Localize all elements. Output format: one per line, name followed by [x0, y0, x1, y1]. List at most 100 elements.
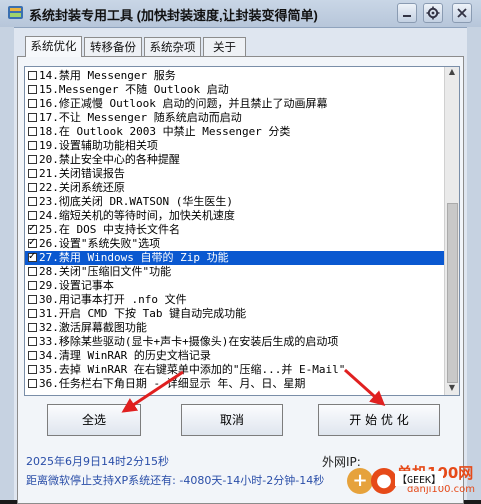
item-checkbox[interactable]	[28, 379, 37, 388]
optimization-list[interactable]: 14.禁用 Messenger 服务 15.Messenger 不随 Outloo…	[24, 66, 460, 396]
item-checkbox[interactable]	[28, 155, 37, 164]
list-item[interactable]: 30.用记事本打开 .nfo 文件	[25, 293, 445, 307]
item-label: 36.任务栏右下角日期 - 详细显示 年、月、日、星期	[39, 377, 306, 390]
list-item[interactable]: 17.不让 Messenger 随系统启动而启动	[25, 111, 445, 125]
close-button[interactable]	[452, 3, 472, 23]
item-label: 35.去掉 WinRAR 在右键菜单中添加的"压缩...并 E-Mail"	[39, 363, 346, 376]
xp-support-countdown: 距离微软停止支持XP系统还有: -4080天-14小时-2分钟-14秒	[26, 474, 325, 487]
list-item[interactable]: 34.清理 WinRAR 的历史文档记录	[25, 349, 445, 363]
list-item[interactable]: 15.Messenger 不随 Outlook 启动	[25, 83, 445, 97]
item-label: 27.禁用 Windows 自带的 Zip 功能	[39, 251, 229, 264]
list-item[interactable]: 28.关闭"压缩旧文件"功能	[25, 265, 445, 279]
list-item[interactable]: 18.在 Outlook 2003 中禁止 Messenger 分类	[25, 125, 445, 139]
item-checkbox[interactable]	[28, 365, 37, 374]
item-checkbox[interactable]	[28, 183, 37, 192]
tab-system-misc[interactable]: 系统杂项	[144, 37, 201, 56]
minimize-button[interactable]	[397, 3, 417, 23]
tab-label: 转移备份	[90, 40, 136, 54]
item-checkbox[interactable]	[28, 211, 37, 220]
item-label: 34.清理 WinRAR 的历史文档记录	[39, 349, 211, 362]
item-checkbox[interactable]	[28, 113, 37, 122]
item-checkbox[interactable]	[28, 323, 37, 332]
list-item[interactable]: 26.设置"系统失败"选项	[25, 236, 445, 251]
title-bar: 系统封装专用工具 (加快封装速度,让封装变得简单)	[0, 0, 481, 28]
list-item[interactable]: 24.缩短关机的等待时间，加快关机速度	[25, 209, 445, 223]
item-label: 15.Messenger 不随 Outlook 启动	[39, 83, 229, 96]
left-frame-strip	[0, 27, 14, 500]
tab-system-optimize[interactable]: 系统优化	[25, 36, 82, 57]
list-item[interactable]: 21.关闭错误报告	[25, 167, 445, 181]
item-label: 29.设置记事本	[39, 279, 114, 292]
item-label: 30.用记事本打开 .nfo 文件	[39, 293, 187, 306]
item-checkbox[interactable]	[28, 127, 37, 136]
item-label: 31.开启 CMD 下按 Tab 键自动完成功能	[39, 307, 247, 320]
item-checkbox[interactable]	[28, 222, 37, 236]
item-checkbox[interactable]	[28, 250, 37, 264]
item-checkbox[interactable]	[28, 169, 37, 178]
list-item[interactable]: 16.修正减慢 Outlook 启动的问题，并且禁止了动画屏幕	[25, 97, 445, 111]
window-title: 系统封装专用工具 (加快封装速度,让封装变得简单)	[29, 8, 318, 23]
list-item[interactable]: 20.禁止安全中心的各种提醒	[25, 153, 445, 167]
item-checkbox[interactable]	[28, 337, 37, 346]
list-item[interactable]: 25.在 DOS 中支持长文件名	[25, 222, 445, 237]
item-checkbox[interactable]	[28, 85, 37, 94]
item-label: 21.关闭错误报告	[39, 167, 125, 180]
cancel-button[interactable]: 取消	[181, 404, 283, 436]
item-label: 22.关闭系统还原	[39, 181, 125, 194]
scroll-down-icon[interactable]: ▼	[445, 383, 459, 395]
list-item[interactable]: 33.移除某些驱动(显卡+声卡+摄像头)在安装后生成的启动项	[25, 335, 445, 349]
tab-label: 系统杂项	[149, 40, 196, 54]
scrollbar-thumb[interactable]	[447, 203, 458, 383]
gear-icon	[426, 6, 440, 20]
list-item[interactable]: 31.开启 CMD 下按 Tab 键自动完成功能	[25, 307, 445, 321]
item-label: 28.关闭"压缩旧文件"功能	[39, 265, 172, 278]
external-ip-value: 【GEEK】	[395, 471, 444, 486]
list-item[interactable]: 27.禁用 Windows 自带的 Zip 功能	[25, 250, 445, 265]
settings-button[interactable]	[423, 3, 443, 23]
item-label: 32.激活屏幕截图功能	[39, 321, 147, 334]
item-checkbox[interactable]	[28, 351, 37, 360]
list-item[interactable]: 32.激活屏幕截图功能	[25, 321, 445, 335]
list-item[interactable]: 19.设置辅助功能相关项	[25, 139, 445, 153]
item-checkbox[interactable]	[28, 99, 37, 108]
plus-icon: +	[347, 468, 373, 494]
item-label: 24.缩短关机的等待时间，加快关机速度	[39, 209, 235, 222]
tab-label: 关于	[213, 40, 236, 54]
item-label: 25.在 DOS 中支持长文件名	[39, 223, 180, 236]
item-label: 33.移除某些驱动(显卡+声卡+摄像头)在安装后生成的启动项	[39, 335, 339, 348]
right-frame-strip	[467, 27, 481, 500]
item-checkbox[interactable]	[28, 141, 37, 150]
item-label: 23.彻底关闭 DR.WATSON (华生医生)	[39, 195, 233, 208]
item-checkbox[interactable]	[28, 295, 37, 304]
list-item[interactable]: 35.去掉 WinRAR 在右键菜单中添加的"压缩...并 E-Mail"	[25, 363, 445, 377]
item-checkbox[interactable]	[28, 309, 37, 318]
item-checkbox[interactable]	[28, 71, 37, 80]
item-label: 26.设置"系统失败"选项	[39, 237, 161, 250]
item-checkbox[interactable]	[28, 197, 37, 206]
item-label: 14.禁用 Messenger 服务	[39, 69, 176, 82]
scroll-up-icon[interactable]: ▲	[445, 67, 459, 79]
item-label: 20.禁止安全中心的各种提醒	[39, 153, 180, 166]
item-label: 17.不让 Messenger 随系统启动而启动	[39, 111, 242, 124]
item-label: 18.在 Outlook 2003 中禁止 Messenger 分类	[39, 125, 291, 138]
start-optimize-button[interactable]: 开 始 优 化	[318, 404, 440, 436]
list-item[interactable]: 36.任务栏右下角日期 - 详细显示 年、月、日、星期	[25, 377, 445, 391]
play-icon: ●	[371, 468, 397, 494]
tab-about[interactable]: 关于	[203, 37, 246, 56]
tab-transfer-backup[interactable]: 转移备份	[84, 37, 142, 56]
item-label: 16.修正减慢 Outlook 启动的问题，并且禁止了动画屏幕	[39, 97, 328, 110]
close-icon	[457, 8, 467, 18]
minimize-icon	[403, 15, 411, 17]
list-item[interactable]: 29.设置记事本	[25, 279, 445, 293]
list-item[interactable]: 22.关闭系统还原	[25, 181, 445, 195]
list-item[interactable]: 23.彻底关闭 DR.WATSON (华生医生)	[25, 195, 445, 209]
select-all-button[interactable]: 全选	[47, 404, 141, 436]
item-checkbox[interactable]	[28, 267, 37, 276]
list-scrollbar[interactable]: ▲ ▼	[444, 67, 459, 395]
item-label: 19.设置辅助功能相关项	[39, 139, 158, 152]
item-checkbox[interactable]	[28, 281, 37, 290]
item-checkbox[interactable]	[28, 236, 37, 250]
app-icon	[8, 6, 23, 19]
current-datetime: 2025年6月9日14时2分15秒	[26, 455, 169, 468]
list-item[interactable]: 14.禁用 Messenger 服务	[25, 69, 445, 83]
